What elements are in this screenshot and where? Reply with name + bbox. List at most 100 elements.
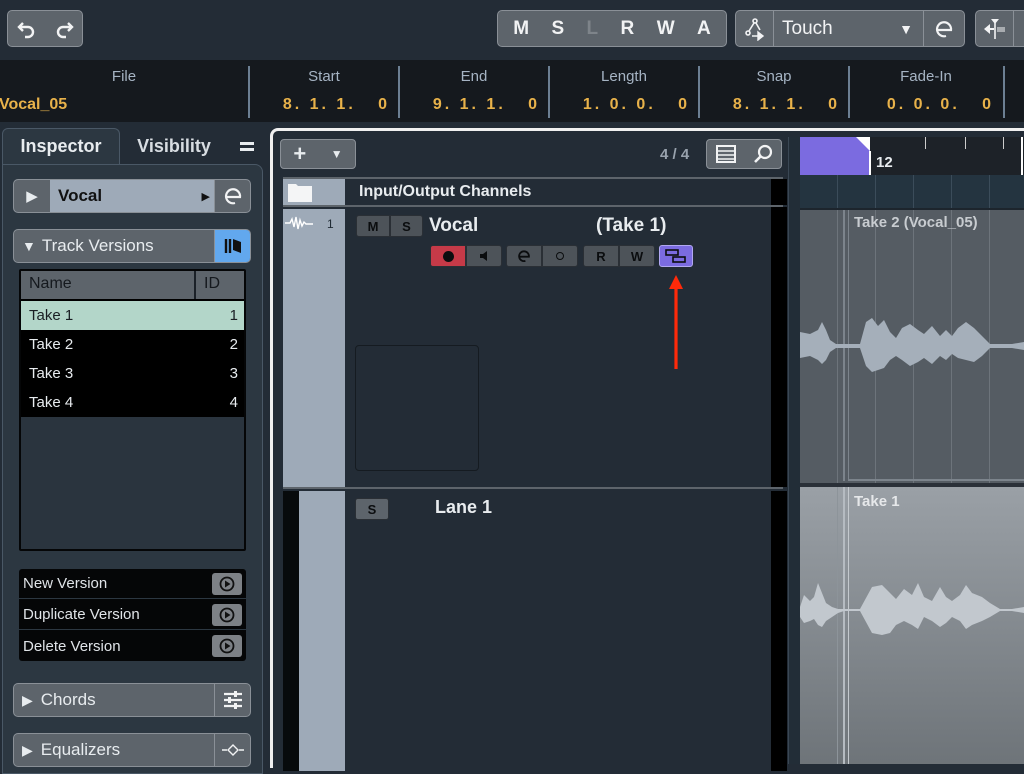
listen-button[interactable]: L <box>587 11 599 46</box>
info-snap[interactable]: Snap 8. 1. 1. 0 <box>700 60 848 122</box>
expand-arrow-icon: ▶ <box>22 741 33 758</box>
tab-inspector-label: Inspector <box>20 136 102 156</box>
audio-event[interactable]: Take 2 (Vocal_05) <box>800 210 1024 483</box>
write-all-button[interactable]: W <box>657 11 675 46</box>
tab-visibility-label: Visibility <box>137 135 211 156</box>
mute-all-button[interactable]: M <box>513 11 529 46</box>
track-picture-area <box>355 345 479 471</box>
annotation-arrow-icon <box>669 275 683 369</box>
read-automation-button[interactable]: R <box>583 245 619 267</box>
record-enable-button[interactable] <box>430 245 466 267</box>
equalizers-section[interactable]: ▶ Equalizers <box>13 733 251 767</box>
waveform <box>800 318 1024 372</box>
edit-channel-button[interactable] <box>214 180 250 212</box>
play-circle-icon <box>219 638 235 654</box>
ruler-edge <box>1021 137 1023 175</box>
audio-event[interactable]: Take 1 <box>800 487 1024 764</box>
lane-indent <box>283 491 299 771</box>
list-view-icon[interactable] <box>715 144 737 164</box>
plus-icon: + <box>293 141 307 166</box>
version-row[interactable]: Take 4 4 <box>21 388 244 417</box>
inspector-menu-button[interactable] <box>232 128 262 164</box>
info-fade-in-label: Fade-In <box>900 68 952 85</box>
version-row[interactable]: Take 1 1 <box>21 301 244 330</box>
new-version-button[interactable] <box>212 572 242 595</box>
version-row[interactable]: Take 2 2 <box>21 330 244 359</box>
event-name: Take 1 <box>854 493 900 510</box>
nudge-left-icon <box>983 18 1004 39</box>
automation-panel-icon <box>744 17 764 41</box>
info-file-label: File <box>111 68 137 85</box>
lane-name: Lane 1 <box>435 497 493 517</box>
eq-bypass-button[interactable] <box>214 734 250 766</box>
search-icon[interactable] <box>752 143 774 165</box>
info-end[interactable]: End 9. 1. 1. 0 <box>400 60 548 122</box>
circle-icon <box>556 252 564 260</box>
solo-button[interactable]: S <box>390 215 423 237</box>
automation-mode-select[interactable]: Touch ▼ <box>774 11 924 46</box>
undo-redo-group <box>7 10 83 47</box>
info-fade-in-value: 0. 0. 0. 0 <box>886 96 994 113</box>
waveform <box>800 583 1024 635</box>
undo-button[interactable] <box>8 11 45 46</box>
duplicate-version-button[interactable] <box>212 603 242 626</box>
column-header-name[interactable]: Name <box>21 271 196 299</box>
expand-arrow-icon: ▶ <box>14 180 50 212</box>
track-color-strip: 1 <box>283 209 345 487</box>
undo-icon <box>16 21 34 38</box>
nudge-left-button[interactable] <box>976 11 1014 46</box>
track-section-vocal[interactable]: ▶ Vocal ▶ <box>13 179 251 213</box>
redo-button[interactable] <box>45 11 82 46</box>
tab-visibility[interactable]: Visibility <box>122 128 226 164</box>
delete-version-action[interactable]: Delete Version <box>19 631 246 661</box>
edit-e-icon <box>518 250 530 262</box>
read-all-button[interactable]: R <box>621 11 635 46</box>
audio-track-vocal[interactable]: 1 M S Vocal (Take 1) R W <box>283 207 787 489</box>
edit-in-place-button[interactable] <box>506 245 542 267</box>
column-header-id[interactable]: ID <box>196 271 228 299</box>
ruler-tick <box>1003 137 1004 149</box>
automation-edit-button[interactable] <box>924 11 964 46</box>
event-display: 12 Take 2 (Vocal_05) Take 1 <box>788 137 1024 764</box>
info-end-value: 9. 1. 1. 0 <box>432 96 540 113</box>
mute-button[interactable]: M <box>356 215 390 237</box>
info-file[interactable]: File Vocal_05 <box>0 60 248 122</box>
chords-section[interactable]: ▶ Chords <box>13 683 251 717</box>
track-versions-toggle[interactable] <box>214 230 250 262</box>
info-line: File Vocal_05 Start 8. 1. 1. 0 End 9. 1.… <box>0 60 1024 122</box>
info-length[interactable]: Length 1. 0. 0. 0 <box>550 60 698 122</box>
add-track-button[interactable]: + ▼ <box>280 139 356 169</box>
show-lanes-button[interactable] <box>659 245 693 267</box>
delete-version-button[interactable] <box>212 635 242 657</box>
version-actions: New Version Duplicate Version Delete Ver… <box>19 569 246 661</box>
automation-panel-button[interactable] <box>736 11 774 46</box>
solo-all-button[interactable]: S <box>551 11 564 46</box>
lock-button[interactable] <box>542 245 578 267</box>
automation-mode-value: Touch <box>782 17 833 39</box>
duplicate-version-action[interactable]: Duplicate Version <box>19 600 246 630</box>
chords-settings-button[interactable] <box>214 684 250 716</box>
submenu-arrow-icon: ▶ <box>201 190 210 203</box>
lane-track[interactable]: S Lane 1 <box>283 491 787 771</box>
timeline-left-edge <box>788 137 800 764</box>
tab-inspector[interactable]: Inspector <box>2 128 120 164</box>
ruler[interactable]: 12 <box>800 137 1024 175</box>
edit-e-icon <box>224 188 241 205</box>
automation-all-button[interactable]: A <box>697 11 711 46</box>
track-versions-section[interactable]: ▼ Track Versions <box>13 229 251 263</box>
lane-solo-button[interactable]: S <box>355 498 389 520</box>
monitor-button[interactable] <box>466 245 502 267</box>
collapse-arrow-icon: ▼ <box>22 238 36 254</box>
event-name: Take 2 (Vocal_05) <box>854 214 978 231</box>
nudge-group <box>975 10 1024 47</box>
ruler-tick <box>925 137 926 149</box>
locator-marker-icon <box>856 137 870 151</box>
folder-track[interactable]: Input/Output Channels <box>283 177 787 207</box>
sliders-icon <box>223 691 242 709</box>
track-name[interactable]: Vocal <box>429 215 478 237</box>
info-fade-in[interactable]: Fade-In 0. 0. 0. 0 <box>850 60 1002 122</box>
version-row[interactable]: Take 3 3 <box>21 359 244 388</box>
write-automation-button[interactable]: W <box>619 245 655 267</box>
info-start[interactable]: Start 8. 1. 1. 0 <box>250 60 398 122</box>
new-version-action[interactable]: New Version <box>19 569 246 599</box>
